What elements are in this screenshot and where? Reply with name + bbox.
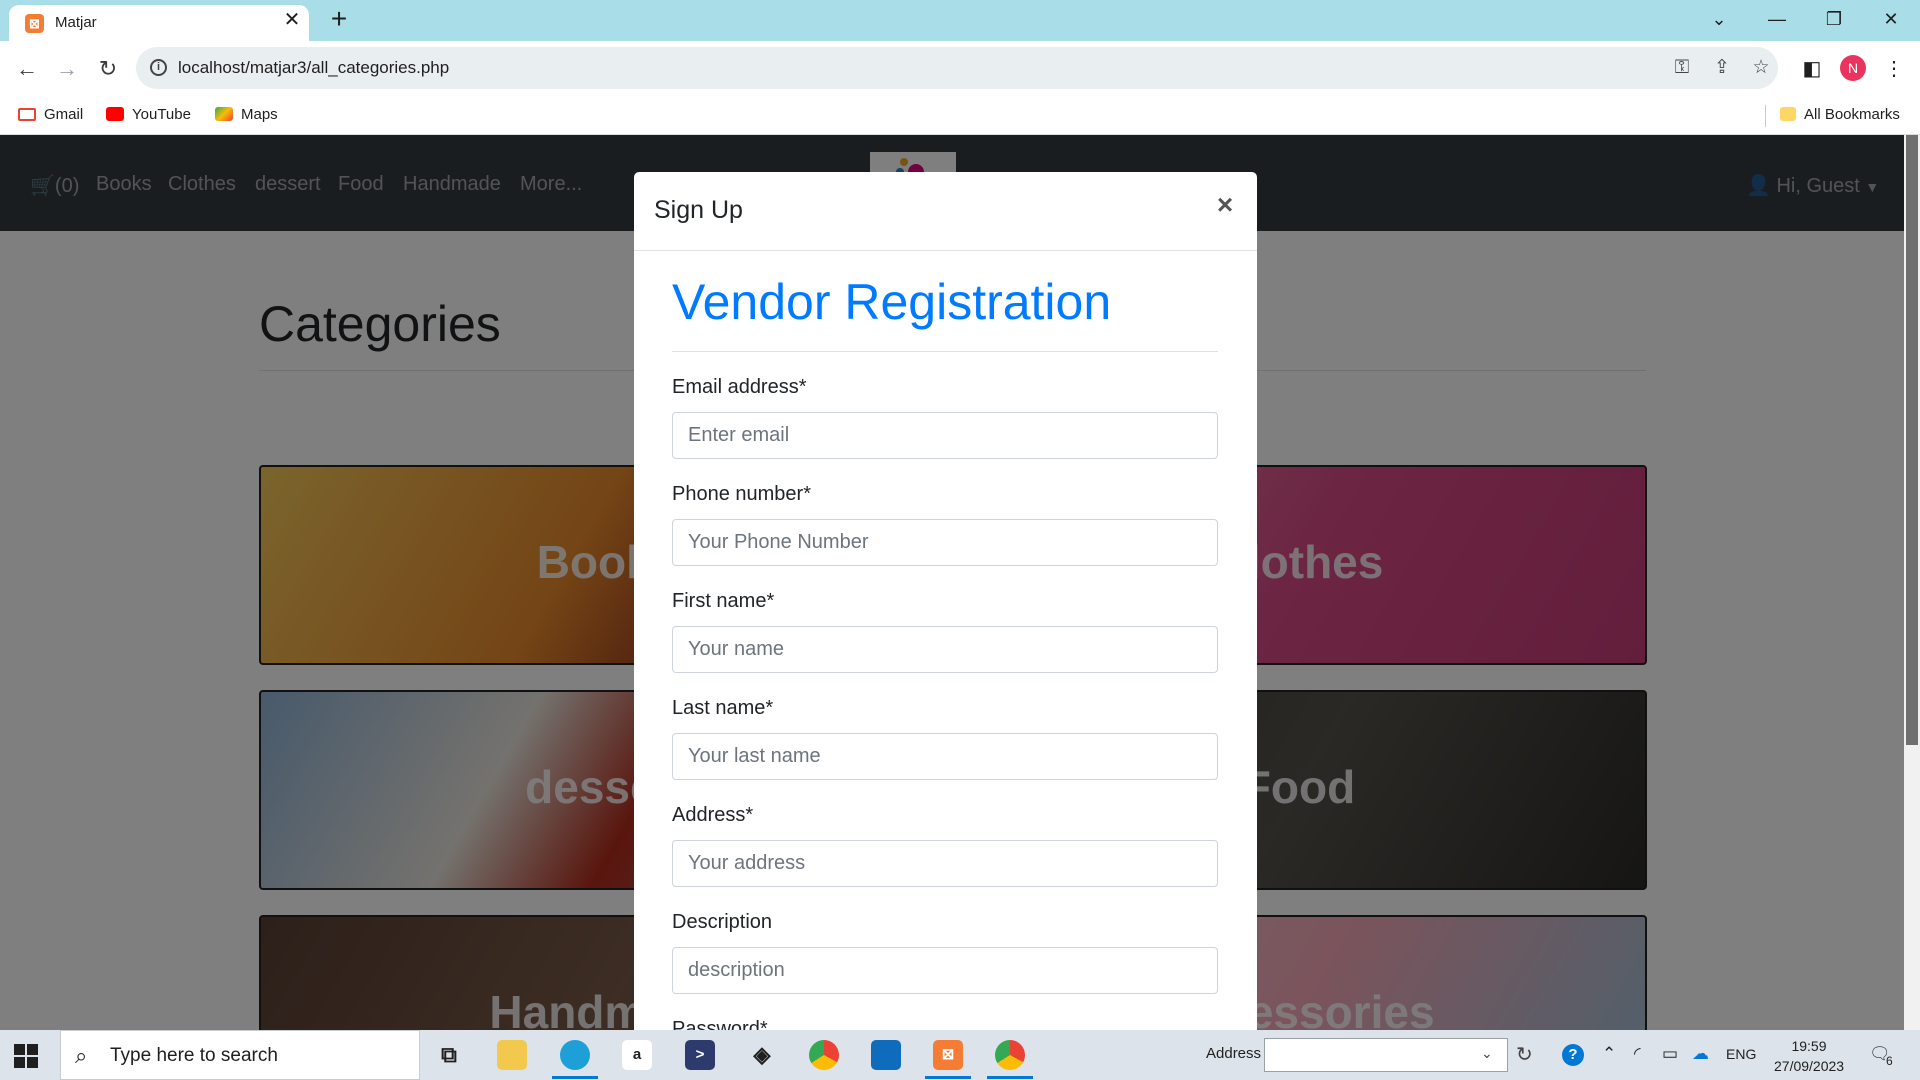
all-bookmarks[interactable]: All Bookmarks: [1780, 106, 1900, 123]
key-icon[interactable]: ⚿: [1670, 56, 1694, 80]
reload-icon[interactable]: ↻: [94, 55, 122, 83]
description-label: Description: [672, 911, 773, 933]
language-indicator[interactable]: ENG: [1726, 1046, 1756, 1062]
maps-icon: [215, 107, 233, 121]
tab-search-icon[interactable]: ⌄: [1699, 4, 1739, 34]
clock-time: 19:59: [1791, 1038, 1827, 1054]
browser-tab[interactable]: ⊠ Matjar ✕: [9, 5, 309, 41]
tab-title: Matjar: [55, 14, 97, 31]
active-app-indicator: [552, 1076, 598, 1079]
chevron-up-icon[interactable]: ⌃: [1602, 1044, 1616, 1064]
bookmarks-bar: Gmail YouTube Maps All Bookmarks: [0, 97, 1920, 135]
windows-taskbar: ⌕ Type here to search ⧉ a > ◈ ⊠ Address …: [0, 1030, 1920, 1080]
powershell-icon[interactable]: >: [685, 1040, 715, 1070]
page-viewport: 🛒(0) Books Clothes dessert Food Handmade…: [0, 135, 1904, 1030]
star-icon[interactable]: ☆: [1749, 56, 1773, 80]
file-explorer-icon[interactable]: [497, 1040, 527, 1070]
side-panel-icon[interactable]: ◧: [1798, 55, 1826, 83]
address-field[interactable]: [672, 840, 1218, 887]
notification-count: 6: [1886, 1054, 1893, 1068]
bookmark-maps[interactable]: Maps: [215, 106, 278, 123]
last-name-field[interactable]: [672, 733, 1218, 780]
gmail-icon: [18, 108, 36, 121]
close-window-icon[interactable]: ✕: [1871, 4, 1911, 34]
address-bar[interactable]: i localhost/matjar3/all_categories.php ⚿…: [136, 47, 1778, 89]
site-info-icon[interactable]: i: [150, 59, 167, 76]
modal-title: Sign Up: [654, 196, 743, 224]
taskbar-search[interactable]: ⌕ Type here to search: [60, 1030, 420, 1080]
email-field[interactable]: [672, 412, 1218, 459]
active-app-indicator: [925, 1076, 971, 1079]
bookmark-gmail[interactable]: Gmail: [18, 106, 83, 123]
chrome-icon[interactable]: [809, 1040, 839, 1070]
chrome-profile-icon[interactable]: [995, 1040, 1025, 1070]
signup-modal: Sign Up × Vendor Registration Email addr…: [634, 172, 1257, 1030]
phone-label: Phone number*: [672, 483, 811, 505]
address-toolbar-input[interactable]: ⌄: [1264, 1038, 1508, 1072]
phone-field[interactable]: [672, 519, 1218, 566]
edge-icon[interactable]: [560, 1040, 590, 1070]
description-field[interactable]: [672, 947, 1218, 994]
new-tab-icon[interactable]: +: [325, 5, 353, 34]
search-icon: ⌕: [75, 1043, 88, 1068]
forward-icon[interactable]: →: [53, 55, 81, 83]
profile-avatar[interactable]: N: [1840, 55, 1866, 81]
menu-icon[interactable]: ⋮: [1880, 55, 1908, 83]
chevron-down-icon[interactable]: ⌄: [1481, 1045, 1493, 1062]
browser-tab-bar: ⊠ Matjar ✕ + ⌄ — ❐ ✕: [0, 0, 1920, 41]
close-icon[interactable]: ×: [1212, 191, 1238, 219]
restore-icon[interactable]: ❐: [1814, 4, 1854, 34]
folder-icon: [1780, 107, 1796, 121]
xampp-icon[interactable]: ⊠: [933, 1040, 963, 1070]
windows-start-icon[interactable]: [14, 1044, 38, 1068]
onedrive-icon[interactable]: ☁: [1692, 1044, 1709, 1064]
close-tab-icon[interactable]: ✕: [281, 9, 303, 31]
bookmarks-divider: [1765, 105, 1766, 127]
minimize-icon[interactable]: —: [1757, 4, 1797, 34]
back-icon[interactable]: ←: [13, 55, 41, 83]
first-name-label: First name*: [672, 590, 775, 612]
youtube-icon: [106, 107, 124, 121]
last-name-label: Last name*: [672, 697, 774, 719]
password-label: Password*: [672, 1018, 768, 1030]
taskbar-search-placeholder: Type here to search: [110, 1045, 278, 1066]
system-clock[interactable]: 19:59 27/09/2023: [1774, 1036, 1844, 1076]
active-app-indicator: [987, 1076, 1033, 1079]
heading-divider: [672, 351, 1218, 352]
address-toolbar-label: Address: [1206, 1045, 1262, 1062]
network-icon[interactable]: ◜: [1634, 1044, 1641, 1064]
modal-header: Sign Up ×: [634, 172, 1257, 251]
scrollbar-thumb[interactable]: [1906, 135, 1918, 745]
registration-heading: Vendor Registration: [672, 274, 1112, 330]
clock-date: 27/09/2023: [1774, 1058, 1845, 1074]
dropbox-icon[interactable]: ◈: [747, 1040, 777, 1070]
browser-toolbar: ← → ↻ i localhost/matjar3/all_categories…: [0, 41, 1920, 97]
address-label: Address*: [672, 804, 754, 826]
refresh-icon[interactable]: ↻: [1516, 1042, 1533, 1067]
task-view-icon[interactable]: ⧉: [434, 1040, 464, 1070]
email-label: Email address*: [672, 376, 807, 398]
share-icon[interactable]: ⇪: [1710, 56, 1734, 80]
amazon-icon[interactable]: a: [622, 1040, 652, 1070]
url-text[interactable]: localhost/matjar3/all_categories.php: [178, 58, 449, 78]
first-name-field[interactable]: [672, 626, 1218, 673]
store-icon[interactable]: [871, 1040, 901, 1070]
help-icon[interactable]: ?: [1562, 1044, 1584, 1066]
battery-icon[interactable]: ▭: [1662, 1044, 1678, 1064]
bookmark-youtube[interactable]: YouTube: [106, 106, 191, 123]
xampp-favicon-icon: ⊠: [25, 14, 44, 33]
